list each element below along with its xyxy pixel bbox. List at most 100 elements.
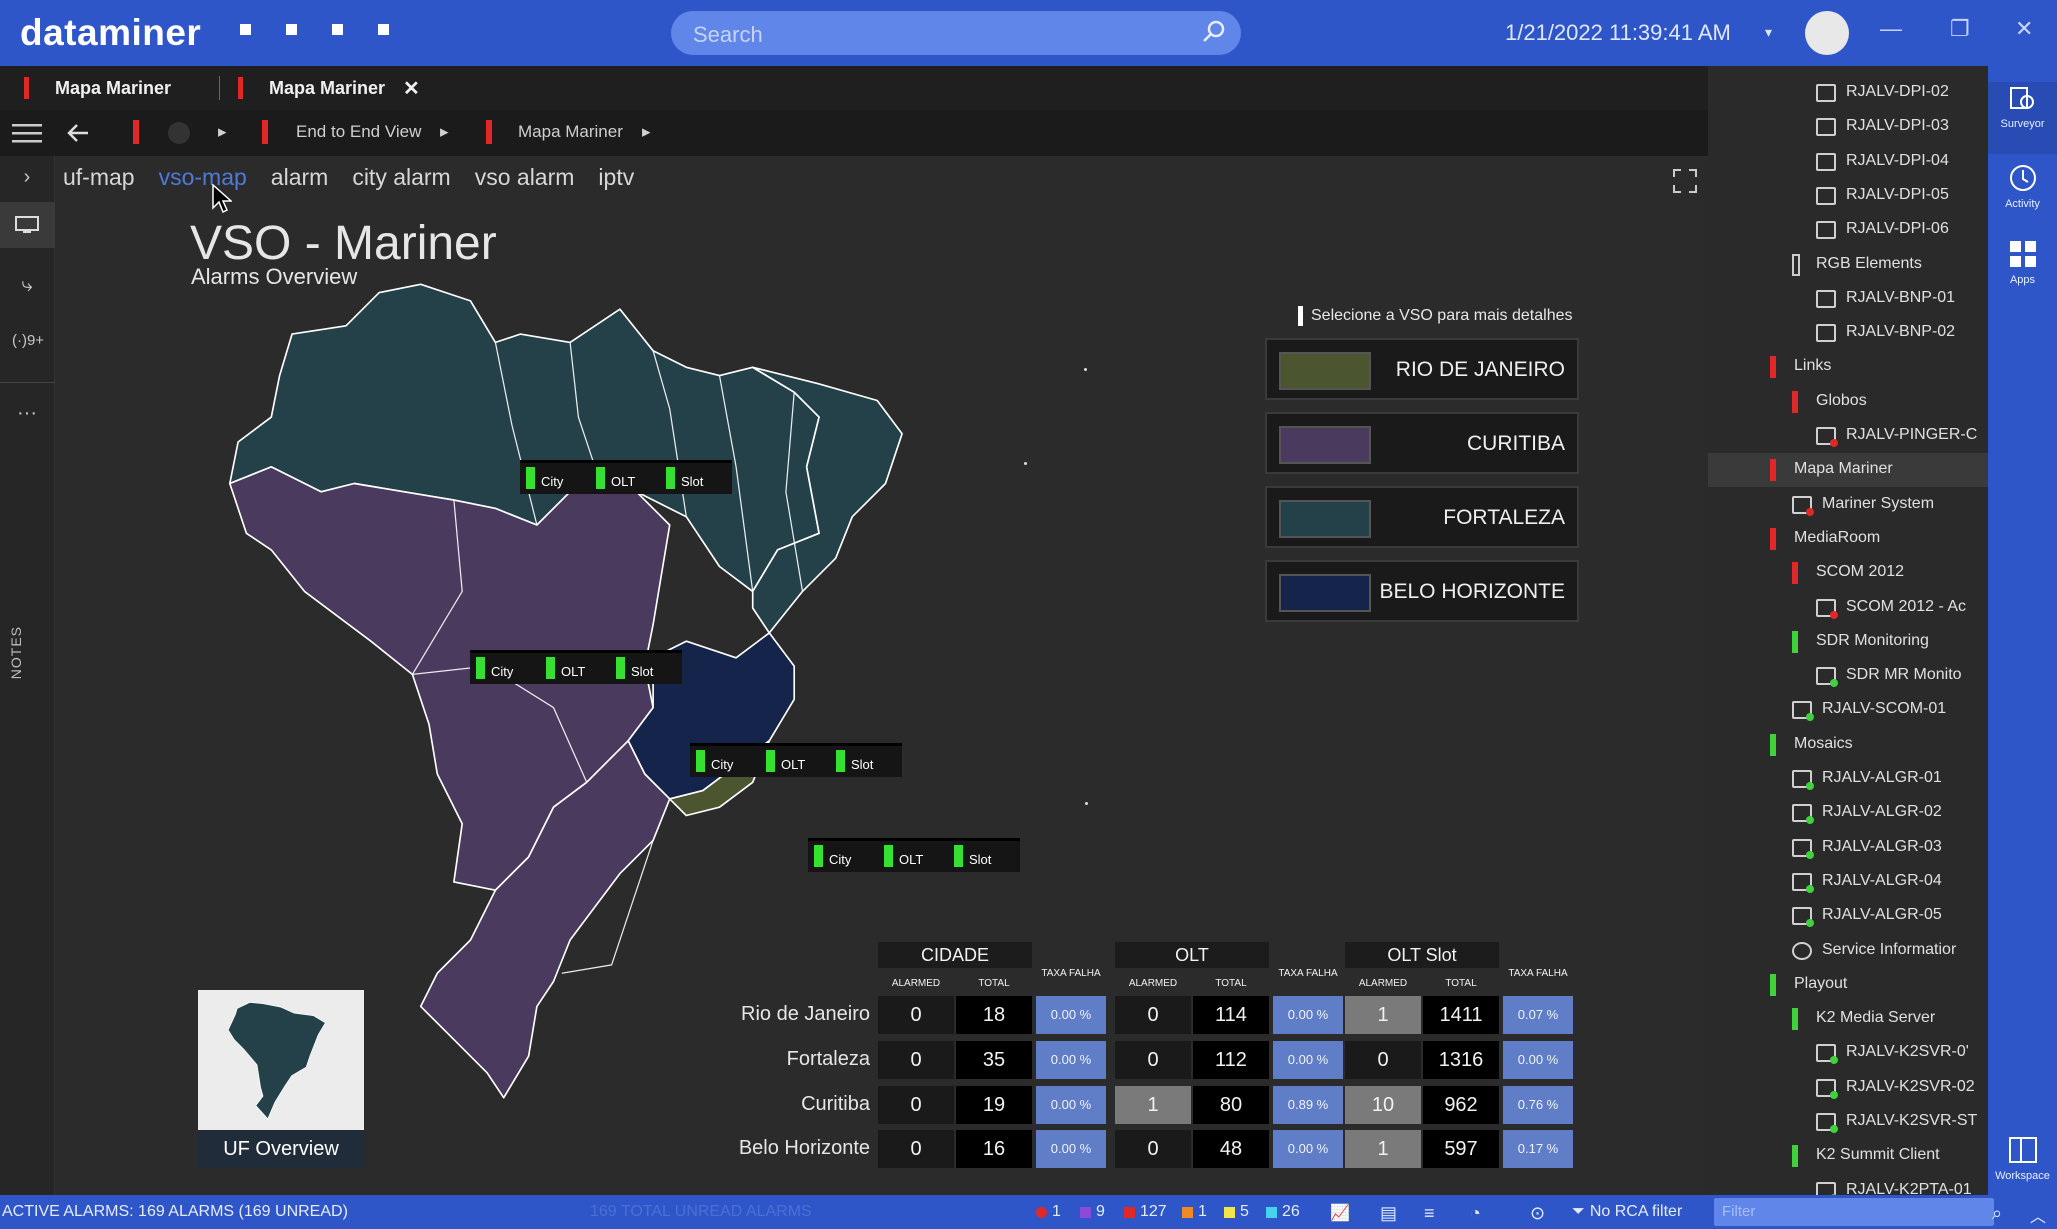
- app-logo[interactable]: dataminer: [20, 12, 201, 54]
- tree-item[interactable]: RJALV-ALGR-02: [1708, 796, 1988, 830]
- notes-tab[interactable]: NOTES: [8, 626, 24, 679]
- legend-curitiba[interactable]: CURITIBA: [1265, 412, 1579, 474]
- failure-rate-cell: 0.89 %: [1273, 1086, 1343, 1124]
- apps-button[interactable]: Apps: [1988, 238, 2057, 286]
- tree-item[interactable]: RJALV-SCOM-01: [1708, 693, 1988, 727]
- chevron-right-icon[interactable]: ▸: [642, 122, 651, 142]
- workspace-button[interactable]: Workspace: [1988, 1134, 2057, 1182]
- tree-item[interactable]: RJALV-DPI-05: [1708, 179, 1988, 213]
- tree-item[interactable]: RJALV-ALGR-01: [1708, 762, 1988, 796]
- tree-item[interactable]: RJALV-DPI-04: [1708, 145, 1988, 179]
- tree-item[interactable]: Links: [1708, 350, 1988, 384]
- tree-item[interactable]: SDR Monitoring: [1708, 625, 1988, 659]
- rca-filter[interactable]: ⏷ No RCA filter: [1572, 1203, 1682, 1221]
- uf-overview-button[interactable]: UF Overview: [198, 990, 364, 1168]
- legend-belo-horizonte[interactable]: BELO HORIZONTE: [1265, 560, 1579, 622]
- alarm-chip-center-west[interactable]: City OLT Slot: [470, 650, 682, 684]
- breadcrumb-end-to-end[interactable]: End to End View: [296, 122, 421, 142]
- chevron-down-icon[interactable]: ▾: [1765, 24, 1772, 41]
- tree-item[interactable]: Globos: [1708, 385, 1988, 419]
- tab-uf-map[interactable]: uf-map: [63, 164, 135, 191]
- tree-item[interactable]: RJALV-BNP-02: [1708, 316, 1988, 350]
- alarm-filter-input[interactable]: Filter: [1714, 1198, 1994, 1226]
- sort-icon[interactable]: ≡: [1424, 1203, 1435, 1224]
- tree-item[interactable]: RJALV-K2SVR-0': [1708, 1036, 1988, 1070]
- tab-vso-alarm[interactable]: vso alarm: [475, 164, 575, 191]
- tree-item[interactable]: SDR MR Monito: [1708, 659, 1988, 693]
- tree-item[interactable]: RJALV-DPI-02: [1708, 76, 1988, 110]
- tree-item[interactable]: Mapa Mariner: [1708, 453, 1988, 488]
- minimize-icon[interactable]: —: [1880, 16, 1902, 42]
- expand-chevron-icon[interactable]: ›: [12, 166, 42, 196]
- tree-item[interactable]: Mosaics: [1708, 728, 1988, 762]
- list-icon[interactable]: ▤: [1380, 1203, 1397, 1224]
- breadcrumb-mapa-mariner[interactable]: Mapa Mariner: [518, 122, 623, 142]
- restore-icon[interactable]: ❐: [1950, 16, 1970, 42]
- tree-item[interactable]: Mariner System: [1708, 488, 1988, 522]
- search-icon[interactable]: ⌕: [1992, 1203, 2002, 1224]
- tree-item[interactable]: RJALV-DPI-03: [1708, 110, 1988, 144]
- trend-icon[interactable]: 📈: [1330, 1203, 1350, 1223]
- apps-grid-icon: [2009, 241, 2036, 267]
- tree-item[interactable]: RJALV-PINGER-C: [1708, 419, 1988, 453]
- alarm-severity-count[interactable]: 1: [1182, 1203, 1207, 1221]
- tree-item[interactable]: RJALV-BNP-01: [1708, 282, 1988, 316]
- tree-item[interactable]: RJALV-ALGR-05: [1708, 899, 1988, 933]
- tab-mapa-mariner-2[interactable]: Mapa Mariner ✕: [238, 66, 428, 110]
- alarm-chip-north[interactable]: City OLT Slot: [520, 460, 732, 494]
- chevron-up-icon[interactable]: ︿: [2030, 1203, 2046, 1227]
- close-icon[interactable]: ✕: [403, 76, 420, 101]
- tree-item-label: RJALV-DPI-05: [1846, 185, 1949, 203]
- alarm-chip-rio[interactable]: City OLT Slot: [808, 838, 1020, 872]
- avatar[interactable]: [1805, 11, 1849, 55]
- back-arrow-icon[interactable]: [66, 122, 90, 144]
- tree-item[interactable]: SCOM 2012: [1708, 556, 1988, 590]
- tree-item[interactable]: RJALV-K2SVR-02: [1708, 1071, 1988, 1105]
- close-icon[interactable]: ✕: [2015, 16, 2033, 42]
- search-icon[interactable]: [1201, 19, 1227, 45]
- tree-item[interactable]: RJALV-DPI-06: [1708, 213, 1988, 247]
- alarm-severity-count[interactable]: 127: [1124, 1203, 1167, 1221]
- alarm-severity-count[interactable]: 26: [1266, 1203, 1300, 1221]
- signal-icon[interactable]: (·)9+: [4, 332, 52, 362]
- tab-city-alarm[interactable]: city alarm: [352, 164, 450, 191]
- tree-item[interactable]: MediaRoom: [1708, 522, 1988, 556]
- tab-alarm[interactable]: alarm: [271, 164, 329, 191]
- tab-vso-map[interactable]: vso-map: [159, 164, 247, 191]
- active-alarms-status[interactable]: ACTIVE ALARMS: 169 ALARMS (169 UNREAD): [2, 1203, 348, 1221]
- search-input[interactable]: Search: [693, 22, 763, 48]
- tree-item[interactable]: RGB Elements: [1708, 248, 1988, 282]
- tab-iptv[interactable]: iptv: [598, 164, 634, 191]
- surveyor-button[interactable]: Surveyor: [1988, 82, 2057, 154]
- tree-item[interactable]: K2 Media Server: [1708, 1002, 1988, 1036]
- search-box[interactable]: Search: [671, 11, 1241, 55]
- alarm-chip-south-east[interactable]: City OLT Slot: [690, 743, 902, 777]
- legend-fortaleza[interactable]: FORTALEZA: [1265, 486, 1579, 548]
- app-switcher[interactable]: [240, 24, 389, 35]
- tree-item[interactable]: SCOM 2012 - Ac: [1708, 591, 1988, 625]
- tree-item[interactable]: Playout: [1708, 968, 1988, 1002]
- tree-item[interactable]: RJALV-ALGR-03: [1708, 831, 1988, 865]
- alarm-severity-count[interactable]: 5: [1224, 1203, 1249, 1221]
- status-marker-icon: [1792, 253, 1800, 276]
- fullscreen-icon[interactable]: [1672, 168, 1698, 194]
- more-icon[interactable]: ···: [12, 402, 42, 432]
- view-icon[interactable]: [168, 122, 190, 144]
- activity-button[interactable]: Activity: [1988, 162, 2057, 210]
- alarm-severity-count[interactable]: 1: [1036, 1203, 1061, 1221]
- tree-item[interactable]: RJALV-K2SVR-ST: [1708, 1105, 1988, 1139]
- tab-mapa-mariner-1[interactable]: Mapa Mariner: [24, 66, 171, 110]
- tree-item[interactable]: RJALV-ALGR-04: [1708, 865, 1988, 899]
- legend-rio-de-janeiro[interactable]: RIO DE JANEIRO: [1265, 338, 1579, 400]
- pie-chart-icon[interactable]: ◔: [1470, 1203, 1481, 1224]
- focus-icon[interactable]: ⊙: [1530, 1203, 1545, 1224]
- tree-item[interactable]: K2 Summit Client: [1708, 1139, 1988, 1173]
- chevron-right-icon[interactable]: ▸: [218, 122, 227, 142]
- topology-icon[interactable]: ⤷: [12, 274, 42, 304]
- chevron-right-icon[interactable]: ▸: [440, 122, 449, 142]
- data-display-tab[interactable]: [0, 202, 55, 248]
- tree-item[interactable]: Service Informatior: [1708, 934, 1988, 968]
- alarm-severity-count[interactable]: 9: [1080, 1203, 1105, 1221]
- menu-icon[interactable]: [12, 122, 42, 144]
- legend-header: Selecione a VSO para mais detalhes: [1298, 306, 1572, 326]
